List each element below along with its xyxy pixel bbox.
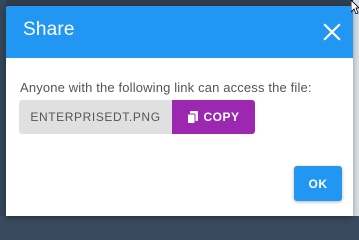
share-link-group: ENTERPRISEDT.PNG COPY	[19, 100, 255, 134]
mouse-cursor-icon	[351, 0, 359, 14]
copy-icon	[187, 110, 199, 124]
close-icon	[323, 23, 341, 41]
filename-label: ENTERPRISEDT.PNG	[30, 110, 161, 124]
ok-button-label: OK	[308, 176, 328, 191]
dialog-header: Share	[6, 6, 353, 58]
dialog-title: Share	[23, 19, 75, 40]
ok-button[interactable]: OK	[294, 166, 342, 201]
background-right	[353, 0, 359, 216]
copy-button-label: COPY	[203, 110, 240, 124]
share-message: Anyone with the following link can acces…	[20, 80, 312, 95]
copy-button[interactable]: COPY	[172, 100, 255, 134]
shared-filename[interactable]: ENTERPRISEDT.PNG	[19, 100, 172, 134]
share-dialog: Share Anyone with the following link can…	[6, 6, 353, 216]
close-button[interactable]	[321, 21, 343, 43]
